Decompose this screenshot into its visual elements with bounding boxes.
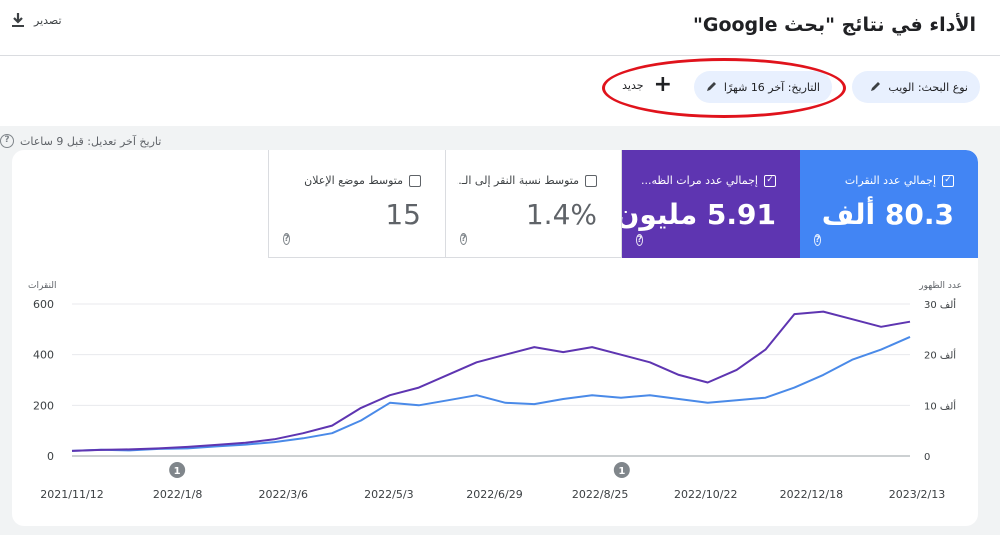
pencil-icon [706, 80, 718, 95]
right-tick-label: 30 ألف [924, 298, 956, 311]
help-icon[interactable]: ? [814, 234, 822, 246]
left-tick-label: 400 [33, 349, 54, 362]
left-tick-label: 0 [47, 450, 54, 463]
left-axis-label: النقرات [28, 281, 56, 291]
last-update-info: تاريخ آخر تعديل: قبل 9 ساعات ? [0, 134, 161, 148]
x-tick-label: 2022/1/8 [153, 488, 202, 501]
help-icon[interactable]: ? [0, 134, 14, 148]
x-tick-label: 2022/3/6 [259, 488, 308, 501]
metric-card-position[interactable]: متوسط موضع الإعلان 15 ? [268, 150, 445, 258]
download-icon [10, 12, 26, 28]
date-filter-chip[interactable]: التاريخ: آخر 16 شهرًا [694, 71, 832, 103]
performance-card: ✓ إجمالي عدد النقرات 80.3 ألف ? ✓ إجمالي… [12, 150, 978, 526]
left-tick-label: 200 [33, 399, 54, 412]
metric-label: إجمالي عدد النقرات [844, 174, 936, 187]
export-button[interactable]: تصدير [10, 12, 62, 28]
page-title: الأداء في نتائج "بحث Google" [692, 14, 976, 36]
x-tick-label: 2022/5/3 [364, 488, 413, 501]
series-line [71, 335, 911, 452]
x-tick-label: 2022/6/29 [466, 488, 522, 501]
add-new-filter-button[interactable]: + جديد [622, 72, 672, 97]
metric-card-ctr[interactable]: متوسط نسبة النقر إلى الـ... 1.4% ? [445, 150, 622, 258]
performance-chart: النقرات عدد الظهور 600 400 200 0 30 ألف 20 أ… [28, 281, 962, 501]
metric-value: 1.4% [525, 198, 597, 231]
metric-label: متوسط موضع الإعلان [304, 174, 403, 187]
metric-label: متوسط نسبة النقر إلى الـ... [457, 174, 579, 187]
metric-card-impressions[interactable]: ✓ إجمالي عدد مرات الظه... 5.91 مليون ? [616, 150, 800, 258]
filter-bar: نوع البحث: الويب التاريخ: آخر 16 شهرًا +… [0, 56, 1000, 163]
plus-icon: + [653, 72, 672, 97]
right-tick-label: 20 ألف [924, 349, 956, 362]
x-tick-label: 2022/10/22 [674, 488, 737, 501]
x-tick-label: 2022/12/18 [780, 488, 843, 501]
checkbox-icon[interactable] [409, 174, 421, 187]
metric-value: 80.3 ألف [821, 198, 954, 231]
left-tick-label: 600 [33, 298, 54, 311]
checkbox-icon[interactable] [585, 174, 597, 187]
metric-card-clicks[interactable]: ✓ إجمالي عدد النقرات 80.3 ألف ? [800, 150, 978, 258]
search-type-filter-chip[interactable]: نوع البحث: الويب [852, 71, 980, 103]
metric-value: 15 [385, 198, 421, 231]
export-label: تصدير [34, 13, 62, 27]
date-filter-label: التاريخ: آخر 16 شهرًا [723, 80, 820, 94]
right-axis-ticks: 30 ألف 20 ألف 10 ألف 0 [924, 298, 956, 463]
last-update-text: تاريخ آخر تعديل: قبل 9 ساعات [20, 134, 162, 148]
chart-series [71, 310, 911, 452]
help-icon[interactable]: ? [283, 233, 291, 245]
top-bar: الأداء في نتائج "بحث Google" تصدير [0, 0, 1000, 56]
x-tick-label: 2022/8/25 [572, 488, 628, 501]
annotation-label: 1 [618, 466, 625, 477]
checkbox-icon[interactable]: ✓ [764, 174, 776, 187]
annotation-label: 1 [174, 466, 181, 477]
chart-annotations: 11 [169, 462, 630, 478]
series-line [71, 310, 911, 452]
checkbox-icon[interactable]: ✓ [942, 174, 954, 187]
x-tick-label: 2023/2/13 [889, 488, 945, 501]
metric-label: إجمالي عدد مرات الظه... [640, 174, 758, 187]
x-tick-label: 2021/11/12 [40, 488, 103, 501]
pencil-icon [870, 80, 882, 95]
right-tick-label: 10 ألف [924, 399, 956, 412]
right-tick-label: 0 [924, 452, 930, 463]
right-axis-label: عدد الظهور [918, 281, 962, 291]
add-new-label: جديد [622, 78, 644, 92]
help-icon[interactable]: ? [636, 234, 644, 246]
search-type-label: نوع البحث: الويب [888, 80, 968, 94]
help-icon[interactable]: ? [460, 233, 468, 245]
left-axis-ticks: 600 400 200 0 [33, 298, 54, 463]
x-axis-labels: 2021/11/12 2022/1/8 2022/3/6 2022/5/3 2022/6… [40, 488, 945, 501]
